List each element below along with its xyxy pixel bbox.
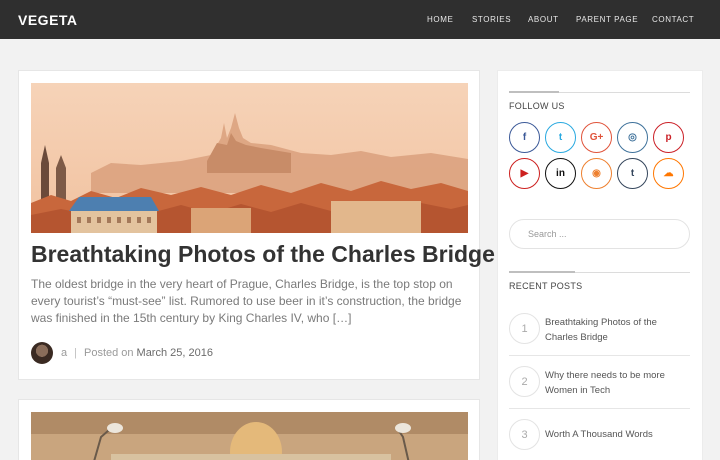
post-meta: a | Posted on March 25, 2016	[31, 341, 213, 365]
nav-item-stories[interactable]: STORIES	[472, 15, 511, 24]
post-excerpt: The oldest bridge in the very heart of P…	[31, 277, 462, 325]
follow-divider	[509, 91, 690, 93]
post-card-2	[18, 399, 480, 460]
linkedin-icon[interactable]: in	[545, 158, 576, 189]
post-2-featured-image[interactable]	[31, 412, 468, 460]
tumblr-icon[interactable]: t	[617, 158, 648, 189]
recent-post-title[interactable]: Why there needs to be more Women in Tech	[545, 368, 685, 398]
recent-post-title[interactable]: Worth A Thousand Words	[545, 427, 685, 442]
post-date[interactable]: March 25, 2016	[137, 347, 213, 359]
twitter-icon[interactable]: t	[545, 122, 576, 153]
youtube-icon[interactable]: ▶	[509, 158, 540, 189]
rss-icon[interactable]: ◉	[581, 158, 612, 189]
recent-posts-title: RECENT POSTS	[509, 281, 583, 291]
posted-label: Posted on	[83, 347, 134, 359]
search-input[interactable]: Search ...	[509, 219, 690, 249]
post-title[interactable]: Breathtaking Photos of the Charles Bridg…	[31, 241, 495, 268]
recent-post-number: 3	[509, 419, 540, 450]
post-card: Breathtaking Photos of the Charles Bridg…	[18, 70, 495, 380]
instagram-icon[interactable]: ◎	[617, 122, 648, 153]
post-featured-image[interactable]	[31, 83, 468, 233]
nav-item-parent-page[interactable]: PARENT PAGE	[576, 15, 638, 24]
nav-item-about[interactable]: ABOUT	[528, 15, 559, 24]
site-logo[interactable]: VEGETA	[18, 12, 78, 28]
meta-separator: |	[74, 347, 77, 359]
facebook-icon[interactable]: f	[509, 122, 540, 153]
google-plus-icon[interactable]: G+	[581, 122, 612, 153]
recent-post-title[interactable]: Breathtaking Photos of the Charles Bridg…	[545, 315, 685, 345]
recent-divider-line	[509, 355, 690, 356]
nav-item-home[interactable]: HOME	[427, 15, 453, 24]
sidebar: FOLLOW US Search ... RECENT POSTS 1 Brea…	[497, 70, 703, 460]
soundcloud-icon[interactable]: ☁	[653, 158, 684, 189]
recent-divider	[509, 271, 690, 273]
author-avatar[interactable]	[31, 342, 53, 364]
recent-post-number: 1	[509, 313, 540, 344]
nav-item-contact[interactable]: CONTACT	[652, 15, 694, 24]
recent-post-number: 2	[509, 366, 540, 397]
pinterest-icon[interactable]: p	[653, 122, 684, 153]
follow-title: FOLLOW US	[509, 101, 565, 111]
top-navbar: VEGETA HOME STORIES ABOUT PARENT PAGE CO…	[0, 0, 720, 39]
author-name[interactable]: a	[61, 347, 67, 359]
recent-divider-line	[509, 408, 690, 409]
